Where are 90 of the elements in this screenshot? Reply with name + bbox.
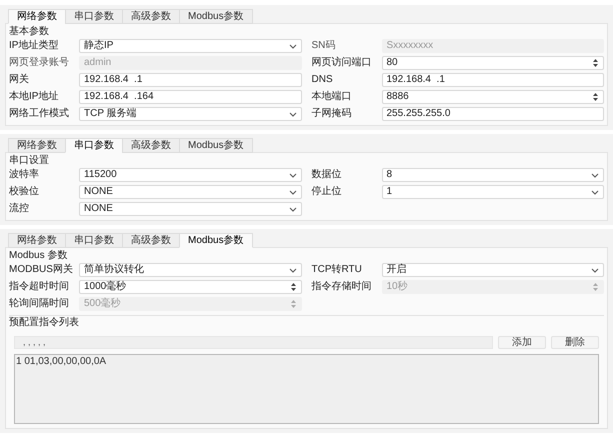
field-label: MODBUS网关 — [9, 265, 74, 275]
field-label: 子网掩码 — [312, 109, 352, 119]
field-label: 指令超时时间 — [9, 282, 70, 292]
tab[interactable]: 高级参数 — [122, 138, 180, 153]
field-label: SN码 — [312, 41, 336, 51]
tab[interactable]: 网络参数 — [8, 138, 66, 153]
action-button[interactable]: 添加 — [498, 336, 546, 349]
input-field[interactable]: 192.168.4 .1 — [382, 73, 604, 87]
field-value: 开启 — [386, 265, 408, 275]
dropdown[interactable]: 1 — [382, 185, 604, 199]
input-field[interactable]: , , , , , — [14, 336, 493, 349]
chevron-down-icon — [288, 268, 296, 272]
field-value: 115200 — [84, 170, 118, 180]
action-button[interactable]: 删除 — [551, 336, 599, 349]
field-value: 简单协议转化 — [84, 265, 145, 275]
group-title: 预配置指令列表 — [9, 316, 80, 330]
field-label: 波特率 — [9, 170, 40, 180]
group-title: 串口设置 — [9, 154, 50, 168]
field-value: 8 — [386, 170, 394, 180]
field-value: 255.255.255.0 — [386, 109, 452, 119]
field-label: 校验位 — [9, 187, 40, 197]
field-label: 轮询间隔时间 — [9, 299, 70, 309]
field-value: 10秒 — [386, 282, 409, 292]
tab[interactable]: Modbus参数 — [179, 233, 253, 248]
field-label: 网页登录账号 — [9, 58, 70, 68]
field-label: 网页访问端口 — [312, 58, 372, 68]
field-label: 本地IP地址 — [9, 92, 60, 102]
dropdown[interactable]: 静态IP — [79, 39, 302, 53]
chevron-down-icon — [288, 112, 296, 116]
spin-arrows-icon — [592, 58, 599, 68]
field-value: NONE — [84, 204, 114, 214]
field-label: 本地端口 — [312, 92, 352, 102]
group-title: Modbus 参数 — [9, 248, 68, 263]
input-field[interactable]: 192.168.4 .1 — [79, 73, 302, 87]
field-value: 192.168.4 .1 — [386, 75, 446, 85]
spin-arrows-icon — [592, 282, 599, 292]
spin-box[interactable]: 80 — [382, 56, 604, 70]
input-field[interactable]: 255.255.255.0 — [382, 107, 604, 121]
tab[interactable]: 串口参数 — [65, 233, 123, 248]
tab[interactable]: 网络参数 — [8, 233, 66, 248]
field-label: 停止位 — [312, 187, 342, 197]
field-value: 80 — [386, 58, 399, 68]
spin-arrows-icon — [290, 299, 296, 309]
tab[interactable]: 串口参数 — [65, 138, 123, 153]
dropdown[interactable]: 开启 — [382, 263, 604, 277]
dropdown[interactable]: 8 — [382, 168, 604, 182]
chevron-down-icon — [591, 190, 599, 194]
tab[interactable]: 网络参数 — [8, 9, 66, 24]
spin-box[interactable]: 8886 — [382, 90, 604, 104]
field-value: admin — [84, 58, 112, 68]
dropdown[interactable]: TCP 服务端 — [79, 107, 302, 121]
dropdown[interactable]: NONE — [79, 185, 302, 199]
field-label: 数据位 — [312, 170, 342, 180]
field-value: 1 — [386, 187, 394, 197]
chevron-down-icon — [288, 172, 296, 178]
field-label: 流控 — [9, 204, 30, 214]
dropdown[interactable]: 115200 — [79, 168, 302, 182]
group-title: 基本参数 — [9, 24, 50, 39]
field-label: 网关 — [9, 75, 30, 85]
chevron-down-icon — [591, 172, 599, 178]
field-value: 192.168.4 .1 — [84, 75, 144, 85]
tab[interactable]: 高级参数 — [122, 9, 180, 24]
field-label: DNS — [312, 75, 334, 85]
tab[interactable]: Modbus参数 — [179, 9, 253, 24]
chevron-down-icon — [288, 206, 296, 212]
field-value: 500毫秒 — [84, 299, 122, 309]
field-value: NONE — [84, 187, 114, 197]
spin-box[interactable]: 1000毫秒 — [79, 280, 302, 294]
dropdown[interactable]: 简单协议转化 — [79, 263, 302, 277]
field-value: Sxxxxxxxx — [386, 41, 434, 51]
input-field[interactable]: 192.168.4 .164 — [79, 90, 302, 104]
tab[interactable]: 高级参数 — [122, 233, 180, 248]
chevron-down-icon — [288, 44, 296, 48]
field-label: 指令存储时间 — [312, 282, 372, 292]
command-line[interactable]: 1 01,03,00,00,00,0A — [16, 357, 597, 367]
spin-arrows-icon — [592, 92, 599, 102]
spin-arrows-icon — [290, 282, 296, 292]
dropdown[interactable]: NONE — [79, 202, 302, 216]
tab[interactable]: 串口参数 — [65, 9, 123, 24]
chevron-down-icon — [591, 268, 599, 272]
chevron-down-icon — [288, 190, 296, 194]
field-value: 8886 — [386, 92, 410, 102]
field-value: 1000毫秒 — [84, 282, 128, 292]
field-value: 静态IP — [84, 41, 114, 51]
field-label: TCP转RTU — [312, 265, 363, 275]
field-label: 网络工作模式 — [9, 109, 70, 119]
tab[interactable]: Modbus参数 — [179, 138, 253, 153]
field-value: 192.168.4 .164 — [84, 92, 155, 102]
field-label: IP地址类型 — [9, 41, 60, 51]
field-value: TCP 服务端 — [84, 109, 138, 119]
